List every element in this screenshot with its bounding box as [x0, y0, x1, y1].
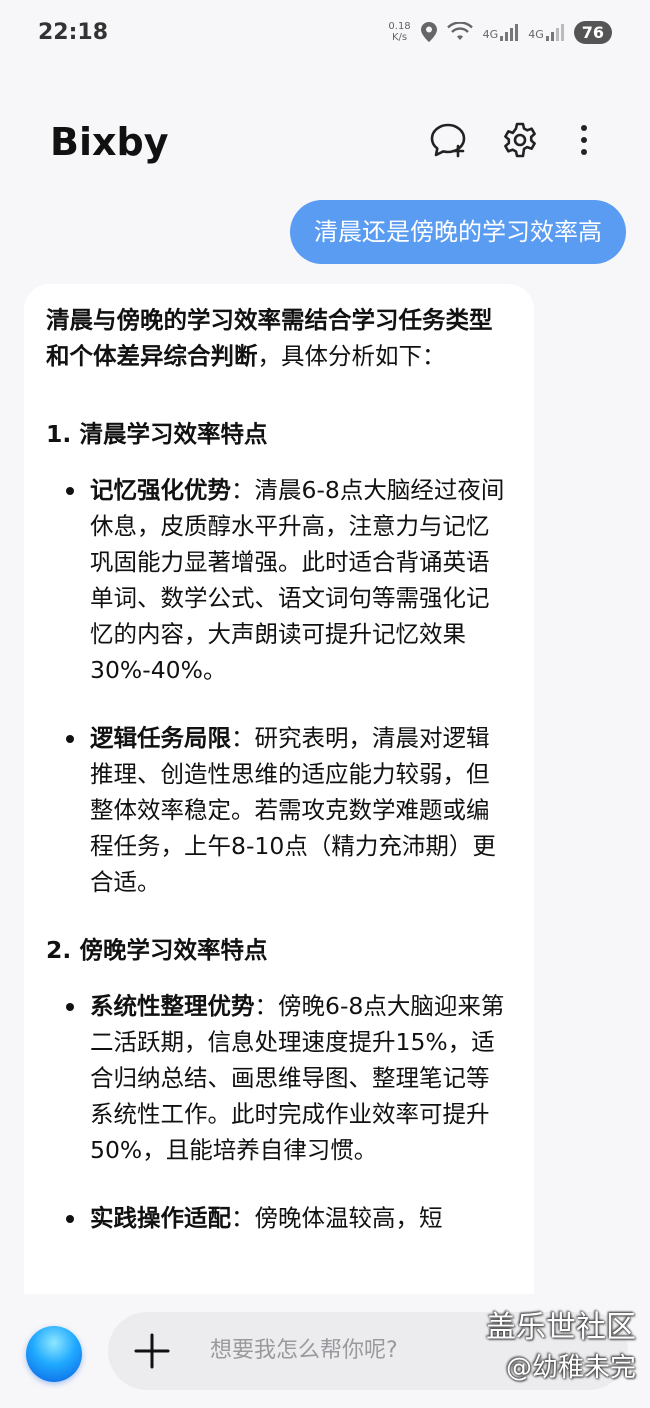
- app-title: Bixby: [50, 120, 169, 164]
- battery-indicator: 76: [573, 20, 612, 44]
- status-icons: 0.18 K/s 4G 4G 76: [388, 20, 612, 44]
- signal-2-label: 4G: [528, 28, 544, 41]
- list-item-text: ：清晨6-8点大脑经过夜间休息，皮质醇水平升高，注意力与记忆巩固能力显著增强。此…: [90, 476, 505, 684]
- list-item-label: 逻辑任务局限: [90, 724, 231, 752]
- status-time: 22:18: [38, 19, 109, 45]
- user-message-bubble[interactable]: 清晨还是傍晚的学习效率高: [290, 200, 626, 264]
- network-speed: 0.18 K/s: [388, 21, 410, 43]
- list-item: 实践操作适配：傍晚体温较高，短: [46, 1200, 512, 1236]
- list-item: 逻辑任务局限：研究表明，清晨对逻辑推理、创造性思维的适应能力较弱，但整体效率稳定…: [46, 720, 512, 900]
- list-item: 系统性整理优势：傍晚6-8点大脑迎来第二活跃期，信息处理速度提升15%，适合归纳…: [46, 988, 512, 1168]
- location-icon: [420, 22, 437, 42]
- signal-1: 4G: [483, 23, 519, 41]
- list-item-label: 记忆强化优势: [90, 476, 231, 504]
- list-item-label: 实践操作适配: [90, 1204, 231, 1232]
- new-chat-icon[interactable]: [428, 120, 468, 160]
- signal-bars-icon: [545, 23, 564, 41]
- reply-intro-rest: ，具体分析如下：: [257, 342, 446, 370]
- plus-icon[interactable]: [132, 1331, 172, 1371]
- wifi-icon: [446, 22, 473, 40]
- signal-bars-icon: [500, 23, 519, 41]
- network-speed-unit: K/s: [391, 32, 408, 43]
- more-vertical-icon[interactable]: [564, 120, 604, 160]
- section-2-title: 2. 傍晚学习效率特点: [46, 936, 268, 964]
- list-item-text: ：傍晚体温较高，短: [231, 1204, 443, 1232]
- section-1-list: 记忆强化优势：清晨6-8点大脑经过夜间休息，皮质醇水平升高，注意力与记忆巩固能力…: [46, 472, 512, 900]
- list-item: 记忆强化优势：清晨6-8点大脑经过夜间休息，皮质醇水平升高，注意力与记忆巩固能力…: [46, 472, 512, 688]
- watermark-line-2: @幼稚未完: [505, 1353, 636, 1383]
- signal-2: 4G: [528, 23, 564, 41]
- input-placeholder: 想要我怎么帮你呢?: [210, 1338, 398, 1363]
- status-bar: 22:18 0.18 K/s 4G 4G 76: [0, 0, 650, 64]
- reply-intro: 清晨与傍晚的学习效率需结合学习任务类型和个体差异综合判断，具体分析如下：: [46, 302, 512, 374]
- watermark-line-1: 盖乐世社区: [486, 1310, 636, 1345]
- bixby-voice-icon[interactable]: [26, 1326, 82, 1382]
- section-2-list: 系统性整理优势：傍晚6-8点大脑迎来第二活跃期，信息处理速度提升15%，适合归纳…: [46, 988, 512, 1236]
- gear-icon[interactable]: [500, 120, 540, 160]
- watermark: 盖乐世社区 @幼稚未完: [486, 1308, 636, 1388]
- app-header: Bixby: [0, 112, 650, 174]
- network-speed-value: 0.18: [388, 21, 411, 32]
- signal-1-label: 4G: [482, 28, 499, 41]
- assistant-reply-card[interactable]: 清晨与傍晚的学习效率需结合学习任务类型和个体差异综合判断，具体分析如下： 1. …: [24, 284, 534, 1384]
- section-1-title: 1. 清晨学习效率特点: [46, 420, 268, 448]
- list-item-label: 系统性整理优势: [90, 992, 255, 1020]
